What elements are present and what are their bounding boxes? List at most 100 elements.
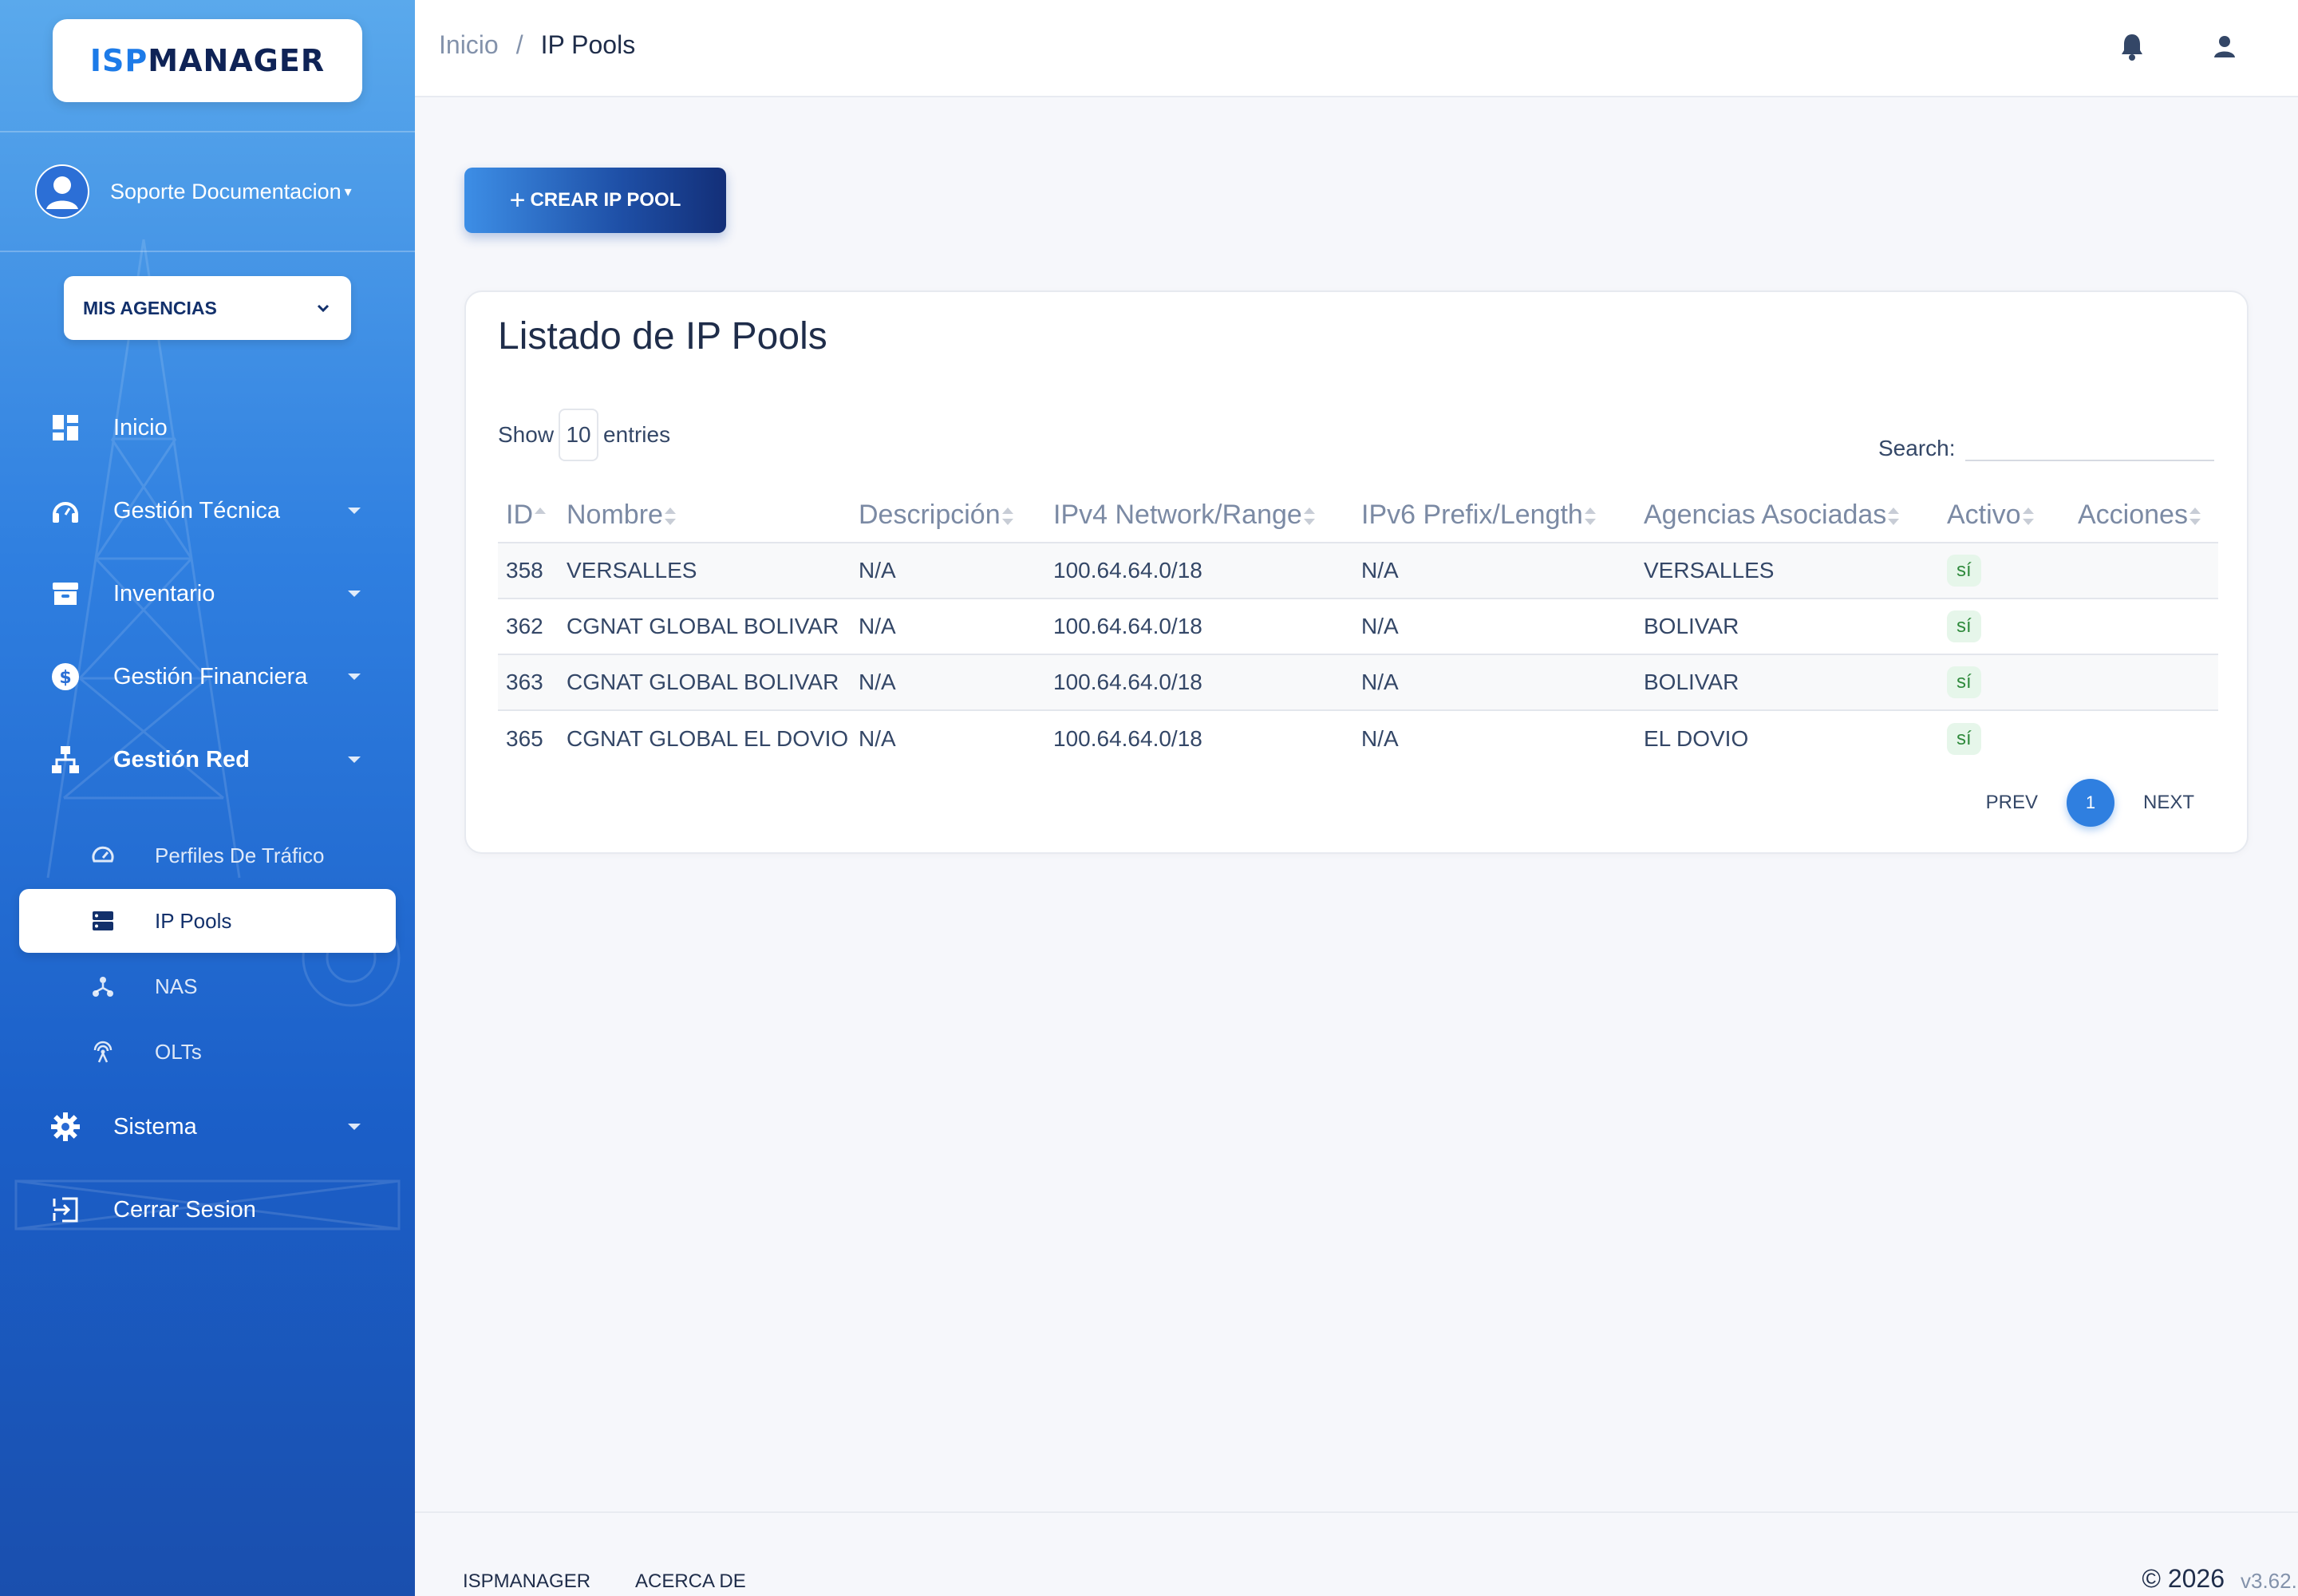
create-ip-pool-button[interactable]: + CREAR IP POOL <box>464 168 726 233</box>
footer-link-ispmanager[interactable]: ISPMANAGER <box>463 1570 590 1593</box>
breadcrumb-link-inicio[interactable]: Inicio <box>439 30 499 60</box>
sidebar-divider <box>0 131 415 132</box>
sort-icon <box>1303 508 1315 526</box>
cell-activo: sí <box>1939 598 2070 655</box>
search-area: Search: <box>1878 421 2214 461</box>
column-header-id[interactable]: ID <box>498 488 559 543</box>
column-header-ipv6[interactable]: IPv6 Prefix/Length <box>1353 488 1636 543</box>
avatar <box>35 164 89 219</box>
show-label: Show <box>498 422 555 447</box>
search-input[interactable] <box>1964 421 2214 461</box>
caret-down-icon <box>348 1124 361 1130</box>
nav-label: Gestión Financiera <box>113 663 308 689</box>
user-icon <box>2214 36 2235 57</box>
notifications-button[interactable] <box>2114 29 2150 64</box>
show-entries: Show 10 entries <box>498 409 670 461</box>
sidebar-item-label: OLTs <box>155 1039 202 1064</box>
breadcrumb-separator: / <box>515 30 523 59</box>
ip-pools-card: Listado de IP Pools Show 10 entries Sear… <box>464 290 2249 854</box>
caret-down-icon <box>348 591 361 597</box>
pagination-prev[interactable]: PREV <box>1986 792 2038 814</box>
archive-box-icon <box>49 578 81 610</box>
sidebar-item-label: Perfiles De Tráfico <box>155 843 325 867</box>
column-header-activo[interactable]: Activo <box>1939 488 2070 543</box>
cell-descripcion: N/A <box>851 598 1045 655</box>
pagination-next[interactable]: NEXT <box>2143 792 2194 814</box>
cell-ipv4: 100.64.64.0/18 <box>1053 725 1202 751</box>
pagination: PREV 1 NEXT <box>1986 779 2194 827</box>
sort-icon <box>1584 508 1596 526</box>
cell-nombre: VERSALLES <box>559 543 851 599</box>
sidebar-item-perfiles-trafico[interactable]: Perfiles De Tráfico <box>0 827 415 884</box>
sort-asc-icon <box>535 508 546 525</box>
sidebar-item-label: NAS <box>155 974 198 998</box>
chevron-down-icon <box>317 304 330 313</box>
cell-agencias: EL DOVIO <box>1644 725 1749 751</box>
bell-icon <box>2122 34 2142 61</box>
entries-label: entries <box>603 422 671 447</box>
sidebar-divider <box>0 251 415 252</box>
footer-version: v3.62.1 <box>2241 1569 2298 1593</box>
sidebar-item-label: IP Pools <box>155 908 232 933</box>
cell-activo: sí <box>1939 543 2070 599</box>
sidebar-item-ip-pools[interactable]: IP Pools <box>19 889 396 953</box>
logo-isp-text: ISP <box>89 43 148 78</box>
network-icon <box>49 744 81 776</box>
cell-acciones <box>2070 654 2218 711</box>
ip-pools-table: ID Nombre Descripción IPv4 Network/Range… <box>498 488 2218 766</box>
cell-descripcion: N/A <box>859 725 896 751</box>
profile-button[interactable] <box>2207 29 2242 64</box>
search-label: Search: <box>1878 436 1956 460</box>
column-header-ipv4[interactable]: IPv4 Network/Range <box>1045 488 1353 543</box>
nav-item-gestion-tecnica[interactable]: Gestión Técnica <box>0 479 415 543</box>
status-badge: sí <box>1947 555 1981 587</box>
nav-item-inicio[interactable]: Inicio <box>0 396 415 460</box>
breadcrumb-current: IP Pools <box>540 30 636 59</box>
cell-acciones <box>2070 710 2218 766</box>
column-header-agencias[interactable]: Agencias Asociadas <box>1636 488 1939 543</box>
background-tower-illustration <box>14 239 401 1231</box>
user-menu[interactable]: Soporte Documentacion ▾ <box>35 163 386 220</box>
caret-down-icon: ▾ <box>344 183 352 200</box>
top-bar: Inicio / IP Pools <box>415 0 2298 97</box>
nav-label: Inicio <box>113 414 168 440</box>
nav-item-cerrar-sesion[interactable]: Cerrar Sesion <box>0 1178 415 1242</box>
status-badge: sí <box>1947 666 1981 698</box>
pagination-page-current[interactable]: 1 <box>2066 779 2114 827</box>
entries-per-page-select[interactable]: 10 <box>559 409 599 461</box>
agencies-dropdown[interactable]: MIS AGENCIAS <box>64 276 351 340</box>
cell-activo: sí <box>1939 710 2070 766</box>
nav-item-sistema[interactable]: Sistema <box>0 1095 415 1159</box>
table-header-row: ID Nombre Descripción IPv4 Network/Range… <box>498 488 2218 543</box>
cell-nombre: CGNAT GLOBAL EL DOVIO <box>567 725 849 751</box>
column-header-descripcion[interactable]: Descripción <box>851 488 1045 543</box>
user-name: Soporte Documentacion <box>110 179 342 203</box>
user-avatar-icon <box>37 166 88 217</box>
column-header-acciones[interactable]: Acciones <box>2070 488 2218 543</box>
nav-item-gestion-red[interactable]: Gestión Red <box>0 728 415 792</box>
sort-icon <box>2022 508 2034 526</box>
cell-ipv6: N/A <box>1353 543 1636 599</box>
headset-icon <box>49 495 81 527</box>
sidebar: ISPMANAGER Soporte Documentacion ▾ MIS A… <box>0 0 415 1596</box>
cell-ipv4: 100.64.64.0/18 <box>1045 543 1353 599</box>
antenna-icon <box>89 1038 116 1065</box>
sidebar-item-olts[interactable]: OLTs <box>0 1023 415 1080</box>
cell-acciones <box>2070 598 2218 655</box>
cell-acciones <box>2070 543 2218 599</box>
footer-copyright: © 2026 <box>2142 1564 2225 1593</box>
logo[interactable]: ISPMANAGER <box>53 19 362 102</box>
column-header-nombre[interactable]: Nombre <box>559 488 851 543</box>
table-row: 362 CGNAT GLOBAL BOLIVAR N/A 100.64.64.0… <box>498 598 2218 655</box>
create-ip-pool-label: CREAR IP POOL <box>530 189 681 211</box>
footer-link-acerca-de[interactable]: ACERCA DE <box>635 1570 746 1593</box>
nav-item-inventario[interactable]: Inventario <box>0 562 415 626</box>
status-badge: sí <box>1947 610 1981 642</box>
cell-id: 363 <box>498 654 559 711</box>
cell-ipv4: 100.64.64.0/18 <box>1045 654 1353 711</box>
sidebar-item-nas[interactable]: NAS <box>0 958 415 1015</box>
table-row: 365 CGNAT GLOBAL EL DOVIO N/A 100.64.64.… <box>498 710 2218 766</box>
cell-id: 362 <box>498 598 559 655</box>
nav-item-gestion-financiera[interactable]: $ Gestión Financiera <box>0 645 415 709</box>
card-title: Listado de IP Pools <box>498 315 827 358</box>
